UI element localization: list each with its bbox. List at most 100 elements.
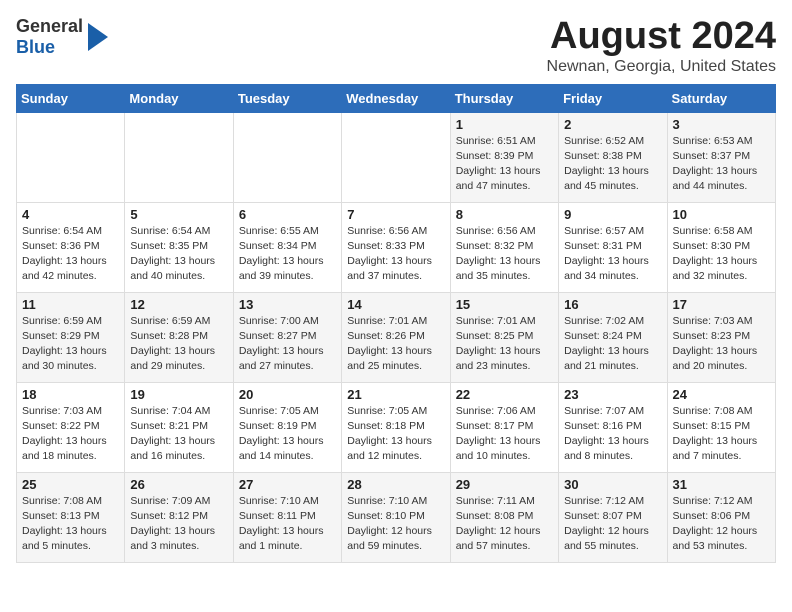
day-info: Sunrise: 6:57 AM Sunset: 8:31 PM Dayligh… <box>564 224 661 285</box>
day-number: 3 <box>673 117 770 132</box>
page-header: General Blue August 2024 Newnan, Georgia… <box>16 16 776 76</box>
calendar-cell: 25Sunrise: 7:08 AM Sunset: 8:13 PM Dayli… <box>17 472 125 562</box>
day-number: 23 <box>564 387 661 402</box>
calendar-cell: 26 Sunrise: 7:09 AM Sunset: 8:12 PM Dayli… <box>125 472 233 562</box>
day-info: Sunrise: 6:58 AM Sunset: 8:30 PM Dayligh… <box>673 224 770 285</box>
day-number: 31 <box>673 477 770 492</box>
day-number: 20 <box>239 387 336 402</box>
calendar-cell: 17 Sunrise: 7:03 AM Sunset: 8:23 PM Dayli… <box>667 292 775 382</box>
calendar-cell: 1Sunrise: 6:51 AM Sunset: 8:39 PM Daylig… <box>450 112 558 202</box>
calendar-cell: 8Sunrise: 6:56 AM Sunset: 8:32 PM Daylig… <box>450 202 558 292</box>
day-info: Sunrise: 6:59 AM Sunset: 8:28 PM Dayligh… <box>130 314 227 375</box>
calendar-cell: 5 Sunrise: 6:54 AM Sunset: 8:35 PM Daylig… <box>125 202 233 292</box>
day-number: 12 <box>130 297 227 312</box>
day-number: 24 <box>673 387 770 402</box>
day-info: Sunrise: 7:08 AM Sunset: 8:15 PM Dayligh… <box>673 404 770 465</box>
day-info: Sunrise: 7:11 AM Sunset: 8:08 PM Dayligh… <box>456 494 553 555</box>
calendar-cell: 24 Sunrise: 7:08 AM Sunset: 8:15 PM Dayli… <box>667 382 775 472</box>
day-number: 7 <box>347 207 444 222</box>
day-info: Sunrise: 7:02 AM Sunset: 8:24 PM Dayligh… <box>564 314 661 375</box>
calendar-cell: 9 Sunrise: 6:57 AM Sunset: 8:31 PM Daylig… <box>559 202 667 292</box>
day-info: Sunrise: 6:52 AM Sunset: 8:38 PM Dayligh… <box>564 134 661 195</box>
calendar-cell: 19Sunrise: 7:04 AM Sunset: 8:21 PM Dayli… <box>125 382 233 472</box>
day-number: 30 <box>564 477 661 492</box>
calendar-title: August 2024 <box>547 16 776 58</box>
week-row-2: 4 Sunrise: 6:54 AM Sunset: 8:36 PM Daylig… <box>17 202 776 292</box>
day-number: 1 <box>456 117 553 132</box>
calendar-cell: 14 Sunrise: 7:01 AM Sunset: 8:26 PM Dayli… <box>342 292 450 382</box>
calendar-cell: 15Sunrise: 7:01 AM Sunset: 8:25 PM Dayli… <box>450 292 558 382</box>
logo-blue: Blue <box>16 37 55 57</box>
day-number: 28 <box>347 477 444 492</box>
day-info: Sunrise: 7:12 AM Sunset: 8:07 PM Dayligh… <box>564 494 661 555</box>
calendar-cell: 12 Sunrise: 6:59 AM Sunset: 8:28 PM Dayli… <box>125 292 233 382</box>
day-info: Sunrise: 6:54 AM Sunset: 8:36 PM Dayligh… <box>22 224 119 285</box>
day-number: 5 <box>130 207 227 222</box>
day-number: 14 <box>347 297 444 312</box>
day-info: Sunrise: 6:59 AM Sunset: 8:29 PM Dayligh… <box>22 314 119 375</box>
day-number: 21 <box>347 387 444 402</box>
header-thursday: Thursday <box>450 84 558 112</box>
week-row-1: 1Sunrise: 6:51 AM Sunset: 8:39 PM Daylig… <box>17 112 776 202</box>
day-info: Sunrise: 7:05 AM Sunset: 8:18 PM Dayligh… <box>347 404 444 465</box>
week-row-3: 11 Sunrise: 6:59 AM Sunset: 8:29 PM Dayli… <box>17 292 776 382</box>
day-header-row: SundayMondayTuesdayWednesdayThursdayFrid… <box>17 84 776 112</box>
header-wednesday: Wednesday <box>342 84 450 112</box>
day-number: 25 <box>22 477 119 492</box>
day-info: Sunrise: 7:09 AM Sunset: 8:12 PM Dayligh… <box>130 494 227 555</box>
day-info: Sunrise: 7:10 AM Sunset: 8:11 PM Dayligh… <box>239 494 336 555</box>
calendar-cell: 3Sunrise: 6:53 AM Sunset: 8:37 PM Daylig… <box>667 112 775 202</box>
calendar-subtitle: Newnan, Georgia, United States <box>547 58 776 76</box>
calendar-cell: 23 Sunrise: 7:07 AM Sunset: 8:16 PM Dayli… <box>559 382 667 472</box>
day-info: Sunrise: 7:03 AM Sunset: 8:22 PM Dayligh… <box>22 404 119 465</box>
day-info: Sunrise: 7:12 AM Sunset: 8:06 PM Dayligh… <box>673 494 770 555</box>
day-number: 17 <box>673 297 770 312</box>
day-number: 18 <box>22 387 119 402</box>
logo: General Blue <box>16 16 108 57</box>
calendar-cell: 29 Sunrise: 7:11 AM Sunset: 8:08 PM Dayli… <box>450 472 558 562</box>
day-number: 6 <box>239 207 336 222</box>
day-info: Sunrise: 7:03 AM Sunset: 8:23 PM Dayligh… <box>673 314 770 375</box>
title-block: August 2024 Newnan, Georgia, United Stat… <box>547 16 776 76</box>
calendar-cell: 13 Sunrise: 7:00 AM Sunset: 8:27 PM Dayli… <box>233 292 341 382</box>
header-tuesday: Tuesday <box>233 84 341 112</box>
day-number: 2 <box>564 117 661 132</box>
header-saturday: Saturday <box>667 84 775 112</box>
day-number: 27 <box>239 477 336 492</box>
calendar-cell: 31 Sunrise: 7:12 AM Sunset: 8:06 PM Dayli… <box>667 472 775 562</box>
day-number: 9 <box>564 207 661 222</box>
calendar-cell: 28 Sunrise: 7:10 AM Sunset: 8:10 PM Dayli… <box>342 472 450 562</box>
day-number: 22 <box>456 387 553 402</box>
day-info: Sunrise: 7:10 AM Sunset: 8:10 PM Dayligh… <box>347 494 444 555</box>
day-number: 11 <box>22 297 119 312</box>
week-row-4: 18 Sunrise: 7:03 AM Sunset: 8:22 PM Dayli… <box>17 382 776 472</box>
calendar-cell: 21 Sunrise: 7:05 AM Sunset: 8:18 PM Dayli… <box>342 382 450 472</box>
day-number: 10 <box>673 207 770 222</box>
day-number: 16 <box>564 297 661 312</box>
day-number: 26 <box>130 477 227 492</box>
calendar-table: SundayMondayTuesdayWednesdayThursdayFrid… <box>16 84 776 563</box>
calendar-cell <box>17 112 125 202</box>
day-info: Sunrise: 7:01 AM Sunset: 8:26 PM Dayligh… <box>347 314 444 375</box>
calendar-header: SundayMondayTuesdayWednesdayThursdayFrid… <box>17 84 776 112</box>
calendar-cell: 6 Sunrise: 6:55 AM Sunset: 8:34 PM Daylig… <box>233 202 341 292</box>
day-info: Sunrise: 7:00 AM Sunset: 8:27 PM Dayligh… <box>239 314 336 375</box>
day-number: 4 <box>22 207 119 222</box>
calendar-cell: 20Sunrise: 7:05 AM Sunset: 8:19 PM Dayli… <box>233 382 341 472</box>
day-info: Sunrise: 6:55 AM Sunset: 8:34 PM Dayligh… <box>239 224 336 285</box>
calendar-body: 1Sunrise: 6:51 AM Sunset: 8:39 PM Daylig… <box>17 112 776 562</box>
logo-general: General <box>16 16 83 36</box>
logo-arrow-icon <box>88 23 108 51</box>
day-info: Sunrise: 6:56 AM Sunset: 8:33 PM Dayligh… <box>347 224 444 285</box>
header-monday: Monday <box>125 84 233 112</box>
calendar-cell: 2 Sunrise: 6:52 AM Sunset: 8:38 PM Daylig… <box>559 112 667 202</box>
calendar-cell: 11 Sunrise: 6:59 AM Sunset: 8:29 PM Dayli… <box>17 292 125 382</box>
day-number: 13 <box>239 297 336 312</box>
day-number: 15 <box>456 297 553 312</box>
day-info: Sunrise: 7:07 AM Sunset: 8:16 PM Dayligh… <box>564 404 661 465</box>
calendar-cell: 22Sunrise: 7:06 AM Sunset: 8:17 PM Dayli… <box>450 382 558 472</box>
calendar-cell: 7 Sunrise: 6:56 AM Sunset: 8:33 PM Daylig… <box>342 202 450 292</box>
day-info: Sunrise: 6:54 AM Sunset: 8:35 PM Dayligh… <box>130 224 227 285</box>
day-info: Sunrise: 6:56 AM Sunset: 8:32 PM Dayligh… <box>456 224 553 285</box>
day-number: 29 <box>456 477 553 492</box>
